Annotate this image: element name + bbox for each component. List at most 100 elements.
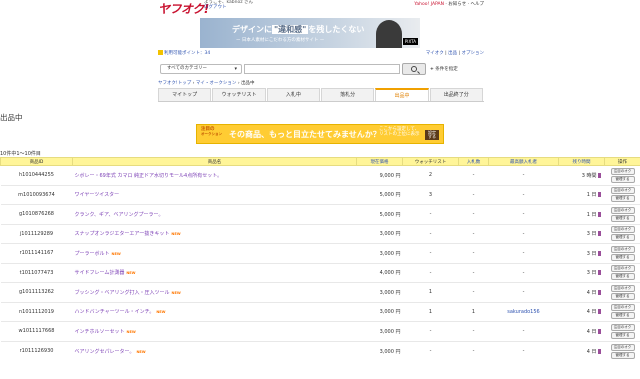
item-name-link[interactable]: スナップオンラジエターエア一抜きキット bbox=[75, 231, 170, 237]
manage-button[interactable]: 管理する bbox=[610, 331, 635, 339]
banner-headline: デザインに "違和感" を残したくない bbox=[232, 24, 364, 35]
item-name-link[interactable]: シボレー・69年式 カマロ 純正ドア水切りモール4点所有セット。 bbox=[75, 173, 223, 179]
feature-button[interactable]: 注目のオク bbox=[610, 245, 635, 253]
item-name-link[interactable]: サイドフレーム計測器 bbox=[75, 270, 125, 276]
feature-button[interactable]: 注目のオク bbox=[610, 323, 635, 331]
feature-button[interactable]: 注目のオク bbox=[610, 206, 635, 214]
feature-button[interactable]: 注目のオク bbox=[610, 265, 635, 273]
item-name-link[interactable]: ブッシング・ベアリング打入・圧入ツール bbox=[75, 290, 170, 296]
featured-promo-banner[interactable]: 注目の オークション その商品、もっと目立たせてみませんか？ ここから設定して、… bbox=[196, 124, 444, 144]
col-header-bidder[interactable]: 最高額入札者 bbox=[488, 157, 559, 166]
breadcrumb-top[interactable]: ヤフオク!トップ bbox=[158, 81, 191, 86]
manage-button[interactable]: 管理する bbox=[610, 273, 635, 281]
result-count: 10件中1〜10件目 bbox=[0, 151, 41, 157]
item-watch-count: - bbox=[402, 262, 459, 283]
condition-link[interactable]: + 条件を指定 bbox=[430, 66, 458, 72]
item-name-link[interactable]: ハンドバンチャーツール・インチ。 bbox=[75, 309, 155, 315]
item-name-cell: クランク、ギア、ベアリングプーラー。 bbox=[72, 204, 357, 224]
feature-button[interactable]: 注目のオク bbox=[610, 304, 635, 312]
item-bid-count: - bbox=[458, 282, 489, 302]
feature-button[interactable]: 注目のオク bbox=[610, 343, 635, 351]
manage-button[interactable]: 管理する bbox=[610, 351, 635, 359]
item-name-link[interactable]: プーラーボルト bbox=[75, 251, 110, 257]
manage-button[interactable]: 管理する bbox=[610, 175, 635, 183]
item-watch-count: 2 bbox=[402, 165, 459, 185]
tab-my-top[interactable]: マイトップ bbox=[158, 88, 212, 101]
col-header-id: 商品ID bbox=[0, 157, 73, 166]
help-link[interactable]: ヘルプ bbox=[471, 2, 485, 7]
ops-group: 注目のオク 管理する bbox=[605, 167, 640, 183]
col-header-price[interactable]: 現在価格 bbox=[356, 157, 403, 166]
manage-button[interactable]: 管理する bbox=[610, 214, 635, 222]
promo-button-line2: する bbox=[428, 134, 436, 139]
table-row: r1011126930 ベアリングセパレーター。 NEW 3,000 円---4 日注… bbox=[0, 340, 640, 361]
item-price: 3,000 円 bbox=[356, 321, 403, 341]
item-price: 3,000 円 bbox=[356, 301, 403, 322]
promo-setup-button[interactable]: 設定 する bbox=[425, 130, 439, 140]
manage-button[interactable]: 管理する bbox=[610, 195, 635, 203]
item-watch-count: - bbox=[402, 321, 459, 341]
breadcrumb-current: 出品中 bbox=[241, 81, 255, 86]
table-row: w1011117668 インチホルソーセット NEW 3,000 円---4 日注目の… bbox=[0, 321, 640, 341]
logout-link[interactable]: ログアウト bbox=[204, 5, 227, 10]
options-link[interactable]: オプション bbox=[462, 51, 485, 56]
tab-bidding[interactable]: 入札中 bbox=[266, 88, 320, 101]
time-left-text: 3 時間 bbox=[581, 172, 597, 179]
item-top-bidder: - bbox=[488, 165, 559, 185]
item-name-link[interactable]: クランク、ギア、ベアリングプーラー。 bbox=[75, 212, 164, 218]
item-name-cell: ハンドバンチャーツール・インチ。 NEW bbox=[72, 301, 357, 322]
col-header-bids[interactable]: 入札数 bbox=[458, 157, 489, 166]
time-left-text: 4 日 bbox=[586, 289, 597, 296]
feature-button[interactable]: 注目のオク bbox=[610, 167, 635, 175]
search-input[interactable] bbox=[244, 64, 400, 74]
item-top-bidder: - bbox=[488, 321, 559, 341]
feature-button[interactable]: 注目のオク bbox=[610, 226, 635, 234]
item-id: m1010093674 bbox=[0, 184, 73, 205]
category-select[interactable]: すべてのカテゴリー ▾ bbox=[160, 64, 242, 74]
sell-link[interactable]: 出品 bbox=[448, 51, 457, 56]
ops-group: 注目のオク 管理する bbox=[605, 187, 640, 203]
item-name-link[interactable]: インチホルソーセット bbox=[75, 329, 125, 335]
hourglass-icon bbox=[597, 348, 601, 354]
top-bidder-link: - bbox=[522, 250, 525, 257]
feature-button[interactable]: 注目のオク bbox=[610, 284, 635, 292]
manage-button[interactable]: 管理する bbox=[610, 292, 635, 300]
top-bidder-link[interactable]: sakurado156 bbox=[507, 309, 539, 315]
hourglass-icon bbox=[597, 328, 601, 334]
my-auction-link[interactable]: マイオク bbox=[426, 51, 444, 56]
banner-photo bbox=[376, 20, 402, 48]
manage-button[interactable]: 管理する bbox=[610, 253, 635, 261]
item-name-link[interactable]: ワイヤーツイスター bbox=[75, 192, 120, 198]
item-time-left: 4 日 bbox=[558, 282, 605, 302]
promo-side-text: ここから設定して、リストの上位に表示 bbox=[379, 127, 420, 137]
search-button[interactable] bbox=[402, 63, 426, 75]
item-price: 3,000 円 bbox=[356, 340, 403, 361]
ad-banner[interactable]: デザインに "違和感" を残したくない ー 日本人素材にこだわる方の素材サイト ー … bbox=[200, 18, 420, 48]
tab-watchlist[interactable]: ウォッチリスト bbox=[212, 88, 266, 101]
item-price: 9,000 円 bbox=[356, 165, 403, 185]
search-icon bbox=[411, 66, 417, 72]
tab-selling[interactable]: 出品中 bbox=[375, 88, 429, 101]
news-link[interactable]: お知らせ bbox=[448, 2, 466, 7]
item-ops: 注目のオク 管理する bbox=[604, 165, 640, 185]
manage-button[interactable]: 管理する bbox=[610, 312, 635, 320]
item-watch-count: 1 bbox=[402, 282, 459, 302]
tab-ended[interactable]: 出品終了分 bbox=[429, 88, 483, 101]
time-left-text: 4 日 bbox=[586, 309, 597, 316]
tab-won[interactable]: 落札分 bbox=[320, 88, 375, 101]
breadcrumb-my-auction[interactable]: マイ・オークション bbox=[196, 81, 237, 86]
item-price: 3,000 円 bbox=[356, 223, 403, 244]
manage-button[interactable]: 管理する bbox=[610, 234, 635, 242]
yahoo-auction-logo[interactable]: ヤフオク! bbox=[158, 0, 209, 17]
chevron-down-icon: ▾ bbox=[234, 66, 237, 72]
top-bidder-link: - bbox=[522, 269, 525, 276]
item-name-link[interactable]: ベアリングセパレーター。 bbox=[75, 349, 135, 355]
col-header-name: 商品名 bbox=[72, 157, 357, 166]
yahoo-japan-link[interactable]: Yahoo! JAPAN bbox=[414, 2, 444, 7]
col-header-time[interactable]: 残り時間 bbox=[558, 157, 605, 166]
item-bid-count: - bbox=[458, 340, 489, 361]
points-link[interactable]: 利用可能ポイント：34 bbox=[164, 51, 210, 56]
feature-button[interactable]: 注目のオク bbox=[610, 187, 635, 195]
ops-group: 注目のオク 管理する bbox=[605, 284, 640, 300]
new-badge-icon: NEW bbox=[156, 310, 166, 315]
